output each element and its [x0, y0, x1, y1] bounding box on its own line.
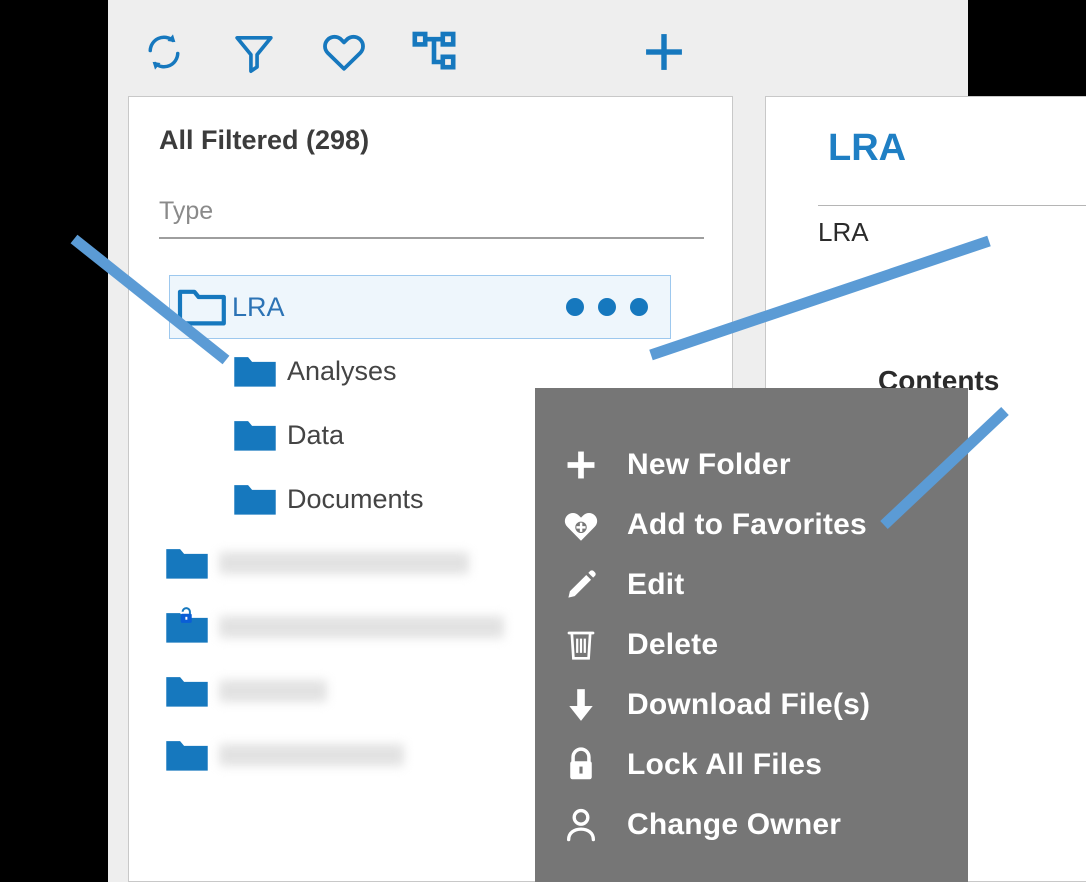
tree-row-label: [219, 616, 504, 638]
page-title: All Filtered (298): [159, 125, 370, 155]
context-menu: New Folder Add to Favorites Edit Delete …: [535, 388, 968, 882]
filter-button[interactable]: [226, 26, 282, 78]
tree-row-label: [219, 744, 404, 766]
download-arrow-icon: [535, 686, 627, 724]
heart-plus-icon: [535, 507, 627, 543]
folder-icon: [231, 476, 287, 522]
lock-icon: [535, 746, 627, 784]
breadcrumb-divider: [818, 205, 1086, 206]
folder-icon: [163, 732, 219, 778]
detail-title: LRA: [828, 127, 907, 169]
tree-row-label: [219, 680, 327, 702]
screenshot-root: All Filtered (298) LRA Analyses Data Doc…: [0, 0, 1086, 882]
tree-row[interactable]: LRA: [169, 275, 671, 339]
menu-item-label: Download File(s): [627, 688, 871, 721]
add-button[interactable]: [636, 26, 692, 78]
folder-icon: [231, 348, 287, 394]
tree-row-label: Data: [287, 419, 345, 450]
heart-icon: [320, 28, 368, 76]
top-toolbar: [108, 0, 968, 96]
refresh-button[interactable]: [136, 26, 192, 78]
tree-row-label: Documents: [287, 483, 424, 514]
menu-item-label: Delete: [627, 628, 719, 661]
person-icon: [535, 806, 627, 844]
filter-icon: [231, 29, 277, 75]
folder-icon: [163, 668, 219, 714]
folder-icon: [231, 412, 287, 458]
menu-item-label: New Folder: [627, 448, 791, 481]
favorites-button[interactable]: [316, 26, 372, 78]
refresh-icon: [142, 30, 186, 74]
pencil-icon: [535, 567, 627, 603]
breadcrumb[interactable]: LRA: [818, 217, 869, 248]
hierarchy-button[interactable]: [406, 26, 462, 78]
folder-icon: [163, 540, 219, 586]
menu-item-edit[interactable]: Edit: [535, 555, 968, 615]
menu-item-label: Change Owner: [627, 808, 842, 841]
trash-icon: [535, 626, 627, 664]
overflow-menu-icon[interactable]: [566, 298, 648, 316]
plus-icon: [535, 446, 627, 484]
menu-item-lock-all-files[interactable]: Lock All Files: [535, 735, 968, 795]
menu-item-new-folder[interactable]: New Folder: [535, 435, 968, 495]
folder-locked-icon: [163, 604, 219, 650]
menu-item-change-owner[interactable]: Change Owner: [535, 795, 968, 855]
menu-item-delete[interactable]: Delete: [535, 615, 968, 675]
plus-icon: [639, 27, 689, 77]
menu-item-label: Add to Favorites: [627, 508, 867, 541]
folder-outline-icon: [176, 284, 232, 330]
filter-field: [159, 187, 704, 239]
menu-item-label: Edit: [627, 568, 685, 601]
search-input[interactable]: [159, 187, 704, 235]
tree-row-label: [219, 552, 469, 574]
tree-row-label: Analyses: [287, 355, 397, 386]
hierarchy-icon: [410, 28, 458, 76]
menu-item-label: Lock All Files: [627, 748, 823, 781]
menu-item-download-file-s[interactable]: Download File(s): [535, 675, 968, 735]
tree-row-label: LRA: [232, 291, 285, 322]
menu-item-add-to-favorites[interactable]: Add to Favorites: [535, 495, 968, 555]
